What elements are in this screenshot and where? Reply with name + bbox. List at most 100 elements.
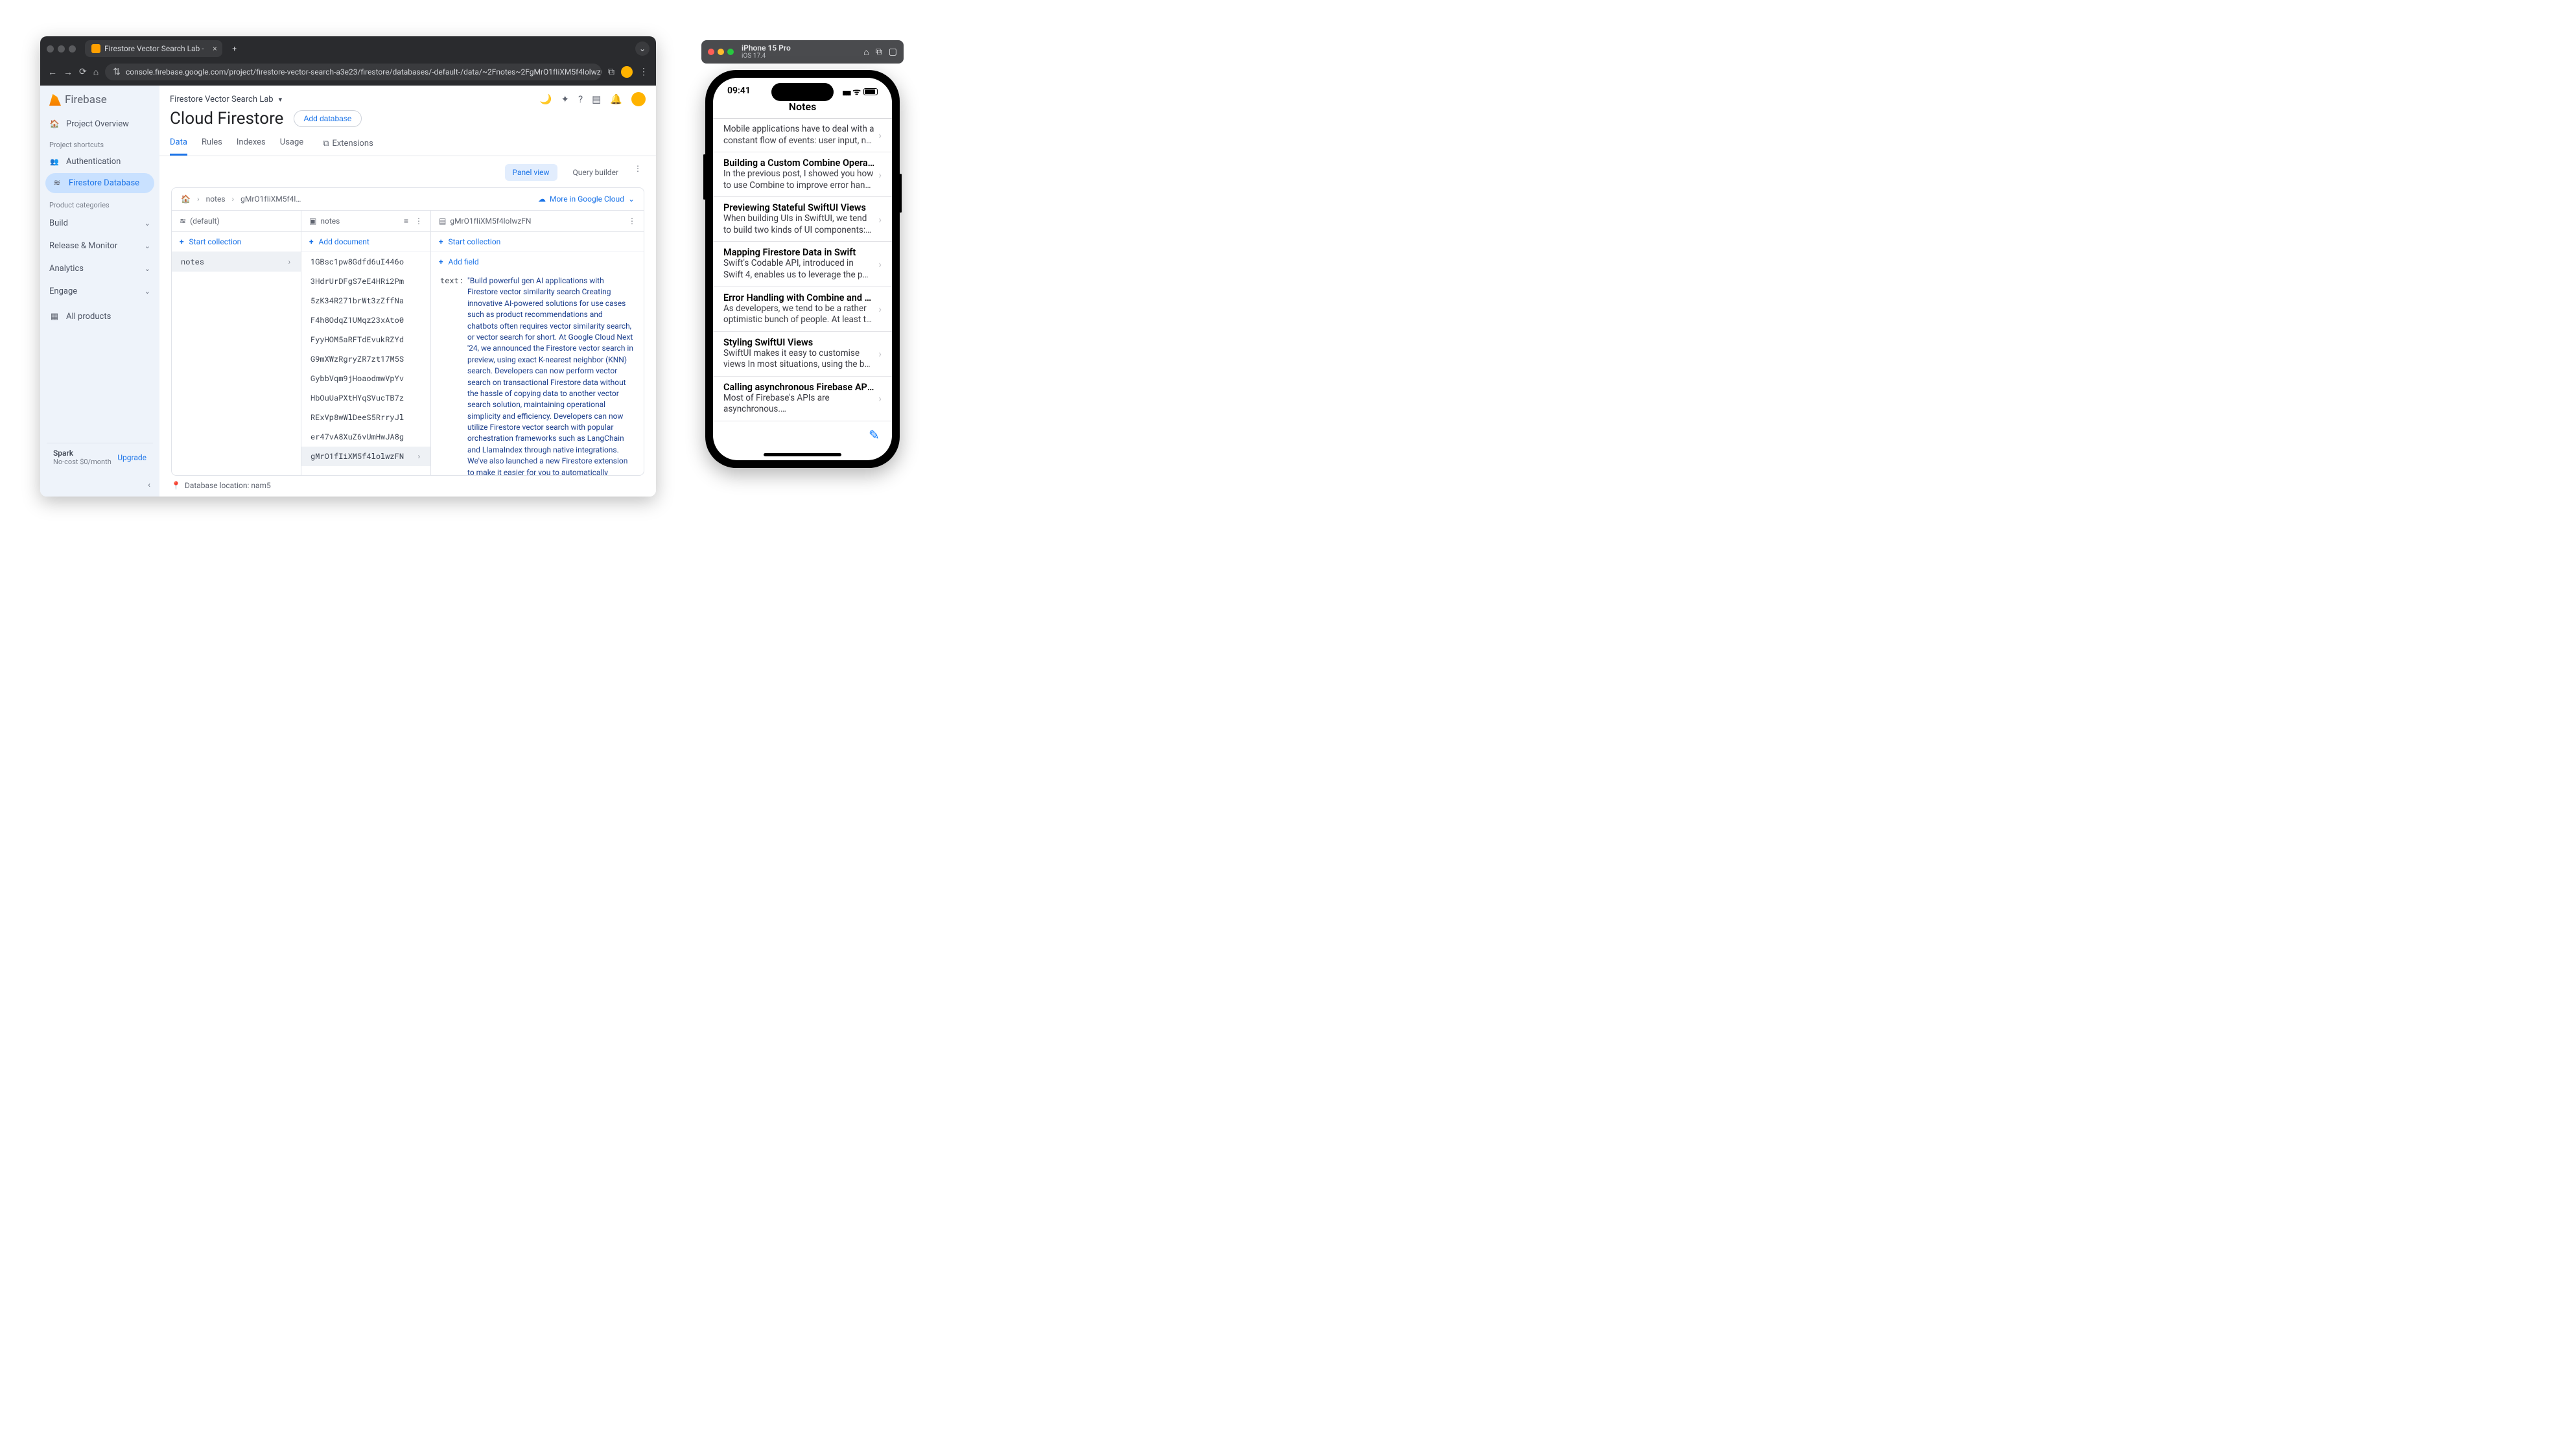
note-row[interactable]: Building a Custom Combine Operat…In the … <box>713 152 892 197</box>
document-item[interactable]: 1GBsc1pw8Gdfd6uI446o <box>301 252 430 272</box>
tab-favicon <box>91 44 100 53</box>
nav-forward-icon[interactable] <box>64 67 73 78</box>
note-title: Calling asynchronous Firebase API… <box>723 382 874 393</box>
collection-item[interactable]: notes › <box>172 252 301 272</box>
note-title: Building a Custom Combine Operat… <box>723 158 874 169</box>
chevron-down-icon: ⌄ <box>145 287 150 296</box>
home-icon[interactable] <box>93 67 99 78</box>
database-location: Database location: nam5 <box>159 476 656 497</box>
note-row[interactable]: Mobile applications have to deal with a … <box>713 119 892 152</box>
document-item[interactable]: GybbVqm9jHoaodmwVpYv <box>301 369 430 388</box>
note-row[interactable]: Previewing Stateful SwiftUI ViewsWhen bu… <box>713 197 892 242</box>
upgrade-button[interactable]: Upgrade <box>117 453 146 462</box>
tabs-dropdown-icon[interactable]: ⌄ <box>635 41 650 56</box>
firebase-logo-icon <box>49 94 61 106</box>
query-builder-chip[interactable]: Query builder <box>565 164 626 181</box>
spark-icon[interactable]: ✦ <box>561 93 569 105</box>
note-row[interactable]: Build powerful gen AI applications…Creat… <box>713 421 892 422</box>
tab-data[interactable]: Data <box>170 132 187 156</box>
browser-tab[interactable]: Firestore Vector Search Lab - × <box>85 40 222 57</box>
document-item[interactable]: F4h8OdqZ1UMqz23xAto0 <box>301 310 430 330</box>
chevron-down-icon[interactable] <box>628 194 635 204</box>
sidebar-cat-engage[interactable]: Engage⌄ <box>40 280 159 303</box>
note-title: Previewing Stateful SwiftUI Views <box>723 202 874 213</box>
document-item[interactable]: gMrO1fIiXM5f4lolwzFN› <box>301 447 430 466</box>
sidebar-cat-build[interactable]: Build⌄ <box>40 212 159 235</box>
profile-avatar-icon[interactable] <box>621 66 633 78</box>
breadcrumb-home-icon[interactable] <box>181 194 191 204</box>
project-dropdown-icon[interactable]: ▾ <box>279 95 283 104</box>
tab-extensions[interactable]: ⧉ Extensions <box>323 132 373 156</box>
start-collection-button[interactable]: Start collection <box>172 232 301 252</box>
sidebar-project-overview[interactable]: Project Overview <box>40 114 153 134</box>
grid-icon <box>49 312 60 322</box>
sidebar-item-firestore[interactable]: Firestore Database <box>45 173 154 193</box>
theme-icon[interactable]: 🌙 <box>540 93 552 105</box>
chevron-right-icon: › <box>878 129 882 141</box>
document-item[interactable]: FyyHOM5aRFTdEvukRZYd <box>301 330 430 349</box>
note-row[interactable]: Calling asynchronous Firebase API…Most o… <box>713 377 892 421</box>
auth-icon <box>49 157 60 167</box>
filter-icon[interactable]: ≡ <box>404 217 408 226</box>
notes-list[interactable]: Mobile applications have to deal with a … <box>713 119 892 422</box>
note-title: Error Handling with Combine and S… <box>723 292 874 303</box>
sidebar-cat-release[interactable]: Release & Monitor⌄ <box>40 235 159 257</box>
document-item[interactable]: HbOuUaPXtHYqSVucTB7z <box>301 388 430 408</box>
home-indicator[interactable] <box>764 453 841 456</box>
site-settings-icon[interactable] <box>113 67 121 77</box>
user-avatar-icon[interactable] <box>631 92 646 106</box>
sidebar-section-shortcuts: Project shortcuts <box>40 134 159 152</box>
nav-back-icon[interactable] <box>48 67 57 78</box>
document-field[interactable]: text: "Build powerful gen AI application… <box>440 275 635 475</box>
new-tab-button[interactable]: + <box>228 41 242 56</box>
address-bar-row: console.firebase.google.com/project/fire… <box>40 61 656 86</box>
document-item[interactable]: 5zK34R271brWt3zZffNa <box>301 291 430 310</box>
sidebar-cat-analytics[interactable]: Analytics⌄ <box>40 257 159 280</box>
notifications-icon[interactable]: 🔔 <box>610 93 622 105</box>
sim-home-icon[interactable]: ⌂ <box>863 47 869 58</box>
window-traffic-lights[interactable] <box>47 45 76 53</box>
sim-screenshot-icon[interactable]: ⧉ <box>876 47 882 58</box>
plan-sub: No-cost $0/month <box>53 458 111 466</box>
view-menu-icon[interactable]: ⋮ <box>634 164 642 181</box>
document-item[interactable]: 3HdrUrDFgS7eE4HRi2Pm <box>301 272 430 291</box>
sim-traffic-lights[interactable] <box>708 49 734 55</box>
reload-icon[interactable] <box>79 67 87 77</box>
note-row[interactable]: Mapping Firestore Data in SwiftSwift's C… <box>713 242 892 287</box>
panel-view-chip[interactable]: Panel view <box>505 164 557 181</box>
close-tab-icon[interactable]: × <box>213 44 217 53</box>
document-item[interactable]: er47vA8XuZ6vUmHwJA8g <box>301 427 430 447</box>
document-item[interactable]: G9mXWzRgryZR7zt17M5S <box>301 349 430 369</box>
start-collection-button[interactable]: Start collection <box>431 232 644 252</box>
tab-title: Firestore Vector Search Lab - <box>104 44 204 53</box>
extensions-icon[interactable]: ⧉ <box>608 67 615 77</box>
breadcrumb-doc[interactable]: gMrO1fIiXM5f4l… <box>240 194 301 204</box>
sidebar-item-authentication[interactable]: Authentication <box>40 152 159 172</box>
document-item[interactable]: RExVp8wWlDeeS5RrryJl <box>301 408 430 427</box>
address-bar[interactable]: console.firebase.google.com/project/fire… <box>105 64 602 80</box>
help-icon[interactable]: ? <box>578 93 583 105</box>
add-field-button[interactable]: Add field <box>431 252 644 272</box>
tab-indexes[interactable]: Indexes <box>237 132 266 156</box>
sidebar-collapse-icon[interactable]: ‹ <box>139 476 159 497</box>
add-document-button[interactable]: Add document <box>301 232 430 252</box>
column-menu-icon[interactable]: ⋮ <box>415 217 423 226</box>
chevron-right-icon: › <box>878 392 882 404</box>
column-menu-icon[interactable]: ⋮ <box>628 217 636 226</box>
note-row[interactable]: Error Handling with Combine and S…As dev… <box>713 287 892 332</box>
chevron-down-icon: ⌄ <box>145 219 150 228</box>
project-name[interactable]: Firestore Vector Search Lab <box>170 95 274 104</box>
note-subtitle: Most of Firebase's APIs are asynchronous… <box>723 393 874 416</box>
tab-rules[interactable]: Rules <box>202 132 222 156</box>
tab-usage[interactable]: Usage <box>280 132 303 156</box>
compose-icon[interactable]: ✎ <box>869 427 883 441</box>
add-database-button[interactable]: Add database <box>294 110 361 127</box>
note-row[interactable]: Styling SwiftUI ViewsSwiftUI makes it ea… <box>713 332 892 377</box>
whatsnew-icon[interactable]: ▤ <box>592 93 601 105</box>
more-in-gc-link[interactable]: More in Google Cloud <box>550 194 624 204</box>
breadcrumb-collection[interactable]: notes <box>206 194 226 204</box>
sim-external-icon[interactable]: ▢ <box>889 47 897 58</box>
firebase-brand[interactable]: Firebase <box>40 86 159 114</box>
sidebar-all-products[interactable]: All products <box>40 307 159 327</box>
browser-menu-icon[interactable]: ⋮ <box>639 67 648 77</box>
